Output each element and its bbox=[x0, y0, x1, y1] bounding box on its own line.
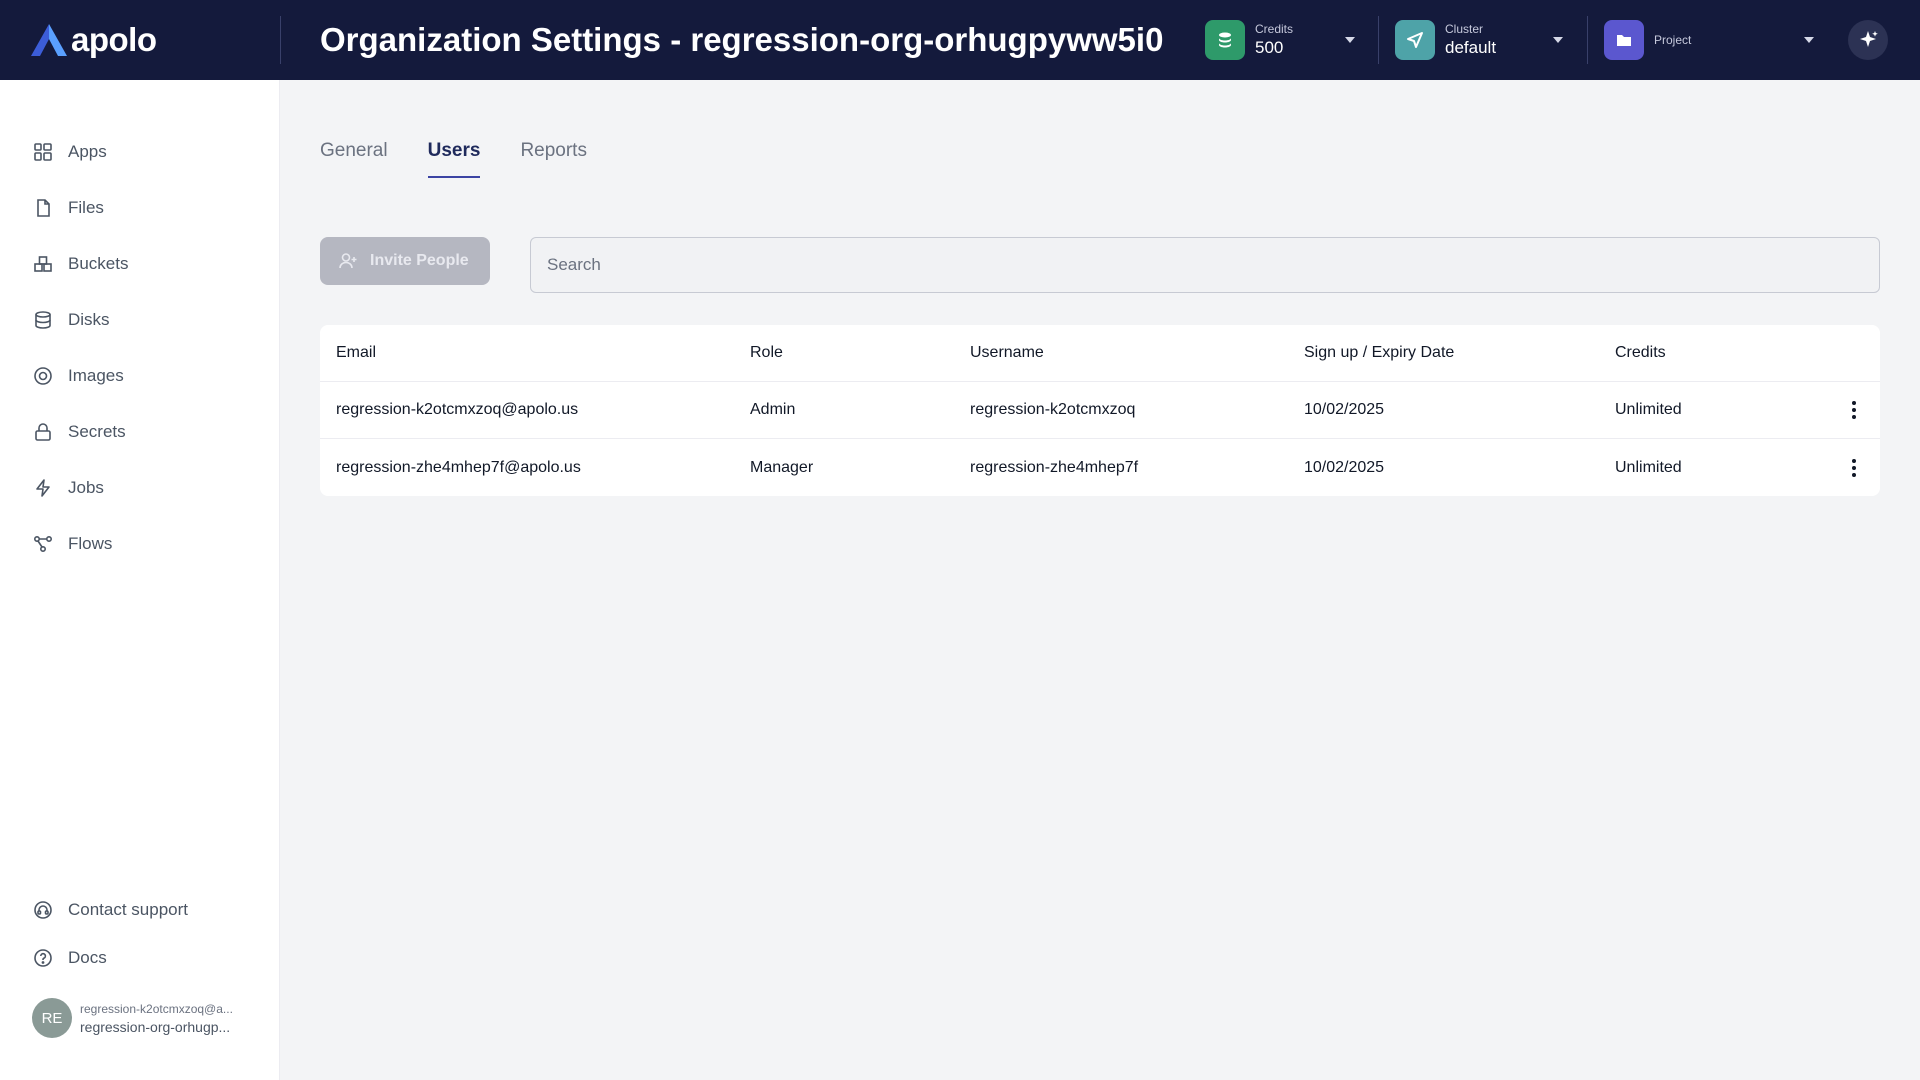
headset-icon bbox=[32, 899, 54, 921]
header-divider bbox=[1378, 16, 1379, 64]
username-cell: regression-k2otcmxzoq bbox=[970, 401, 1136, 418]
sidebar-item-label: Disks bbox=[68, 310, 110, 329]
table-header-row: Email Role Username Sign up / Expiry Dat… bbox=[320, 325, 1880, 382]
chevron-down-icon bbox=[1553, 37, 1563, 43]
sidebar: Apps Files Buckets Disks Images Secrets bbox=[0, 80, 280, 1080]
credits-cell: Unlimited bbox=[1615, 401, 1682, 418]
user-org: regression-org-orhugp... bbox=[80, 1018, 231, 1035]
tab-reports[interactable]: Reports bbox=[520, 140, 587, 178]
app-name: apolo bbox=[71, 21, 157, 58]
sidebar-item-apps[interactable]: Apps bbox=[32, 134, 262, 170]
sidebar-item-disks[interactable]: Disks bbox=[32, 302, 262, 338]
sidebar-item-label: Files bbox=[68, 198, 104, 217]
sidebar-item-images[interactable]: Images bbox=[32, 358, 262, 394]
sidebar-item-secrets[interactable]: Secrets bbox=[32, 414, 262, 450]
column-header-username: Username bbox=[970, 344, 1044, 361]
header-divider bbox=[1587, 16, 1588, 64]
kebab-dot bbox=[1852, 415, 1856, 419]
help-icon bbox=[32, 947, 54, 969]
apolo-logo-icon bbox=[31, 24, 67, 56]
user-role-cell: Admin bbox=[750, 401, 796, 418]
users-table: Email Role Username Sign up / Expiry Dat… bbox=[320, 325, 1880, 496]
column-header-role: Role bbox=[750, 344, 783, 361]
project-selector[interactable]: Project bbox=[1604, 0, 1814, 80]
sidebar-item-flows[interactable]: Flows bbox=[32, 526, 262, 562]
flows-icon bbox=[32, 533, 54, 555]
user-role-cell: Manager bbox=[750, 458, 814, 476]
sidebar-item-label: Flows bbox=[68, 534, 113, 553]
tab-users[interactable]: Users bbox=[427, 140, 481, 178]
contact-support-link[interactable]: Contact support bbox=[32, 892, 262, 928]
cluster-caption: Cluster bbox=[1445, 22, 1484, 36]
expiry-date-cell: 10/02/2025 bbox=[1304, 458, 1385, 476]
row-menu-button[interactable] bbox=[1842, 394, 1866, 426]
top-header: apolo Organization Settings - regression… bbox=[0, 0, 1920, 80]
sidebar-item-label: Images bbox=[68, 366, 124, 385]
column-header-credits: Credits bbox=[1615, 344, 1666, 361]
sidebar-item-label: Apps bbox=[68, 142, 107, 161]
lock-icon bbox=[32, 421, 54, 443]
tab-general[interactable]: General bbox=[320, 140, 388, 178]
folder-icon bbox=[1604, 20, 1644, 60]
sidebar-item-files[interactable]: Files bbox=[32, 190, 262, 226]
file-icon bbox=[32, 197, 54, 219]
apolo-logo[interactable]: apolo bbox=[0, 0, 280, 80]
kebab-dot bbox=[1852, 401, 1856, 405]
user-email: regression-k2otcmxzoq@a... bbox=[80, 1001, 233, 1016]
docs-link[interactable]: Docs bbox=[32, 940, 262, 976]
row-menu-button[interactable] bbox=[1842, 452, 1866, 484]
coins-icon bbox=[1205, 20, 1245, 60]
ai-assistant-button[interactable] bbox=[1848, 20, 1888, 60]
user-email-cell: regression-zhe4mhep7f@apolo.us bbox=[336, 458, 581, 476]
bolt-icon bbox=[32, 477, 54, 499]
credits-caption: Credits bbox=[1255, 22, 1294, 36]
cluster-value: default bbox=[1445, 38, 1497, 57]
image-icon bbox=[32, 365, 54, 387]
user-email-cell: regression-k2otcmxzoq@apolo.us bbox=[336, 401, 579, 418]
page-title: Organization Settings - regression-org-o… bbox=[320, 21, 1164, 58]
kebab-dot bbox=[1852, 472, 1856, 477]
column-header-email: Email bbox=[336, 344, 377, 361]
chevron-down-icon bbox=[1804, 37, 1814, 43]
kebab-dot bbox=[1852, 408, 1856, 412]
project-caption: Project bbox=[1654, 33, 1692, 47]
invite-people-label: Invite People bbox=[370, 252, 469, 269]
search-input[interactable] bbox=[530, 237, 1880, 293]
sidebar-item-jobs[interactable]: Jobs bbox=[32, 470, 262, 506]
add-user-icon bbox=[338, 251, 358, 271]
credits-value: 500 bbox=[1255, 38, 1284, 57]
table-row: regression-zhe4mhep7f@apolo.us Manager r… bbox=[320, 439, 1880, 496]
buckets-icon bbox=[32, 253, 54, 275]
sidebar-item-label: Jobs bbox=[68, 478, 104, 497]
kebab-dot bbox=[1852, 458, 1856, 463]
grid-icon bbox=[32, 141, 54, 163]
send-icon bbox=[1395, 20, 1435, 60]
settings-tabs: General Users Reports bbox=[320, 140, 627, 178]
header-divider bbox=[280, 16, 281, 64]
user-profile[interactable]: RE regression-k2otcmxzoq@a... regression… bbox=[32, 998, 233, 1038]
sparkle-icon bbox=[1860, 31, 1878, 47]
chevron-down-icon bbox=[1345, 37, 1355, 43]
table-row: regression-k2otcmxzoq@apolo.us Admin reg… bbox=[320, 382, 1880, 439]
docs-label: Docs bbox=[68, 948, 107, 967]
database-icon bbox=[32, 309, 54, 331]
credits-selector[interactable]: Credits 500 bbox=[1205, 0, 1355, 80]
kebab-dot bbox=[1852, 465, 1856, 470]
username-cell: regression-zhe4mhep7f bbox=[970, 458, 1139, 476]
cluster-selector[interactable]: Cluster default bbox=[1395, 0, 1565, 80]
contact-support-label: Contact support bbox=[68, 900, 189, 919]
credits-cell: Unlimited bbox=[1615, 458, 1682, 476]
invite-people-button[interactable]: Invite People bbox=[320, 237, 490, 285]
sidebar-item-label: Secrets bbox=[68, 422, 126, 441]
avatar: RE bbox=[32, 998, 72, 1038]
column-header-date: Sign up / Expiry Date bbox=[1304, 344, 1455, 361]
sidebar-item-buckets[interactable]: Buckets bbox=[32, 246, 262, 282]
expiry-date-cell: 10/02/2025 bbox=[1304, 401, 1385, 418]
sidebar-item-label: Buckets bbox=[68, 254, 129, 273]
